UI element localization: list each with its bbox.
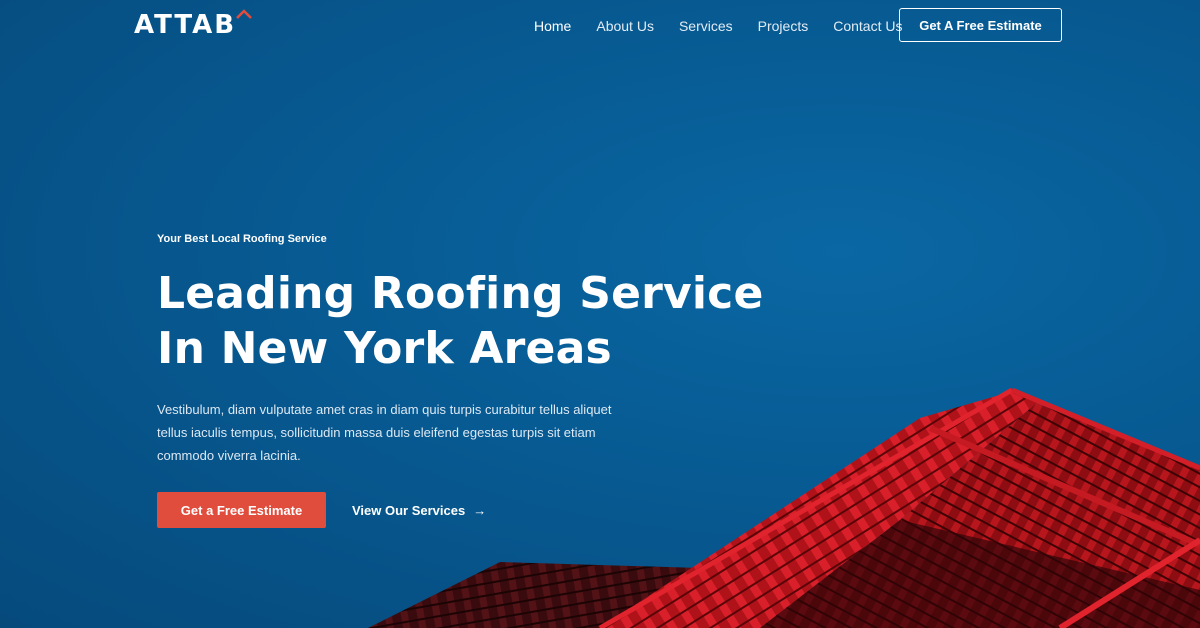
nav-item-contact-us[interactable]: Contact Us (833, 17, 902, 35)
hero-description: Vestibulum, diam vulputate amet cras in … (157, 402, 612, 463)
get-free-estimate-button[interactable]: Get a Free Estimate (157, 492, 326, 528)
hero-eyebrow: Your Best Local Roofing Service (157, 233, 327, 245)
nav-menu: Home About Us Services Projects Contact … (534, 17, 927, 35)
hero-actions: Get a Free Estimate View Our Services → (157, 492, 486, 528)
nav-item-projects[interactable]: Projects (758, 17, 809, 35)
hero-headline-line-2: In New York Areas (157, 323, 612, 374)
view-our-services-link[interactable]: View Our Services → (352, 503, 486, 518)
hero-content: Your Best Local Roofing Service Leading … (157, 232, 797, 467)
nav-free-estimate-button[interactable]: Get A Free Estimate (899, 8, 1062, 42)
top-navigation: ATTAB Home About Us Services Projects Co… (0, 0, 1200, 52)
nav-item-about-us[interactable]: About Us (596, 17, 654, 35)
hero-headline: Leading Roofing Service In New York Area… (157, 266, 797, 376)
hero-section: ATTAB Home About Us Services Projects Co… (0, 0, 1200, 628)
hero-headline-line-1: Leading Roofing Service (157, 268, 764, 319)
view-our-services-label: View Our Services (352, 502, 466, 518)
roof-chevron-icon (236, 9, 252, 19)
brand-name: ATTAB (134, 10, 237, 40)
brand-logo[interactable]: ATTAB (134, 9, 252, 40)
arrow-right-icon: → (473, 502, 487, 518)
nav-item-home[interactable]: Home (534, 17, 571, 35)
nav-item-services[interactable]: Services (679, 17, 733, 35)
